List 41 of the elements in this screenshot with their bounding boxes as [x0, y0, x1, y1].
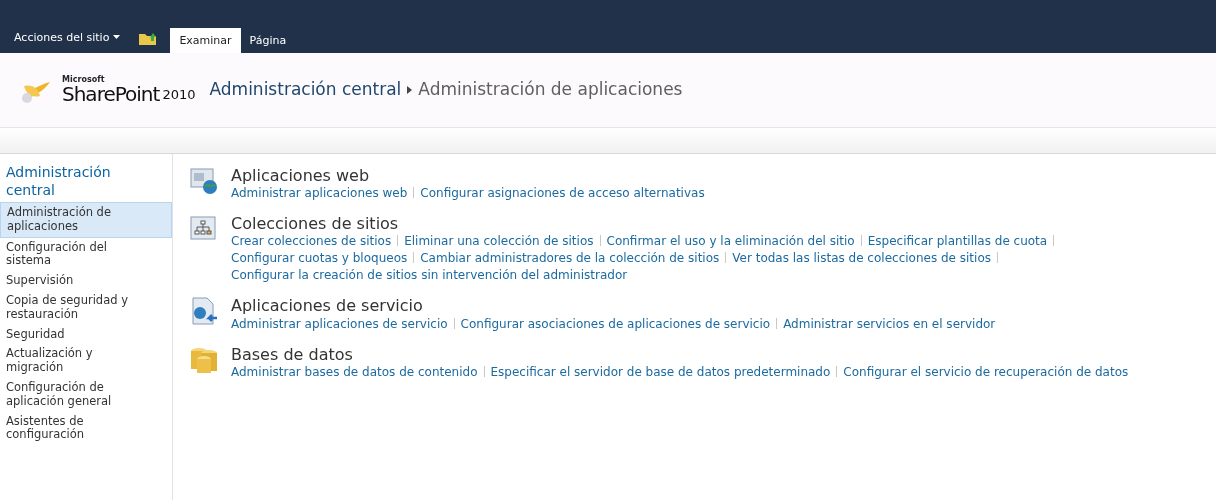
sidebar-item[interactable]: Supervisión: [0, 271, 172, 291]
link[interactable]: Configurar asignaciones de acceso alternativas: [420, 186, 705, 201]
sidebar-item[interactable]: Configuración del sistema: [0, 237, 172, 272]
link[interactable]: Administrar bases de datos de contenido: [231, 364, 478, 379]
section-title: Bases de datos: [231, 344, 354, 364]
section-title: Aplicaciones de servicio: [231, 296, 424, 316]
link[interactable]: Administrar aplicaciones de servicio: [231, 316, 448, 331]
link[interactable]: Confirmar el uso y la eliminación del sitio: [606, 234, 855, 249]
caret-icon: [113, 35, 121, 41]
sidebar-heading[interactable]: Administración central: [0, 164, 172, 199]
link[interactable]: Especificar plantillas de cuota: [867, 234, 1048, 249]
sidebar-item[interactable]: Actualización y migración: [0, 344, 172, 378]
ribbon-tab[interactable]: Examinar: [170, 28, 241, 53]
section-title: Colecciones de sitios: [231, 214, 400, 234]
link[interactable]: Especificar el servidor de base de datos predeterminado: [490, 364, 831, 379]
section-title: Aplicaciones web: [231, 166, 371, 186]
logo-text: Microsoft: [62, 76, 106, 84]
link[interactable]: Administrar servicios en el servidor: [783, 316, 996, 331]
logo-text: SharePoint: [62, 84, 160, 104]
link[interactable]: Configurar la creación de sitios sin intervención del administrador: [231, 268, 628, 283]
breadcrumb-arrow-icon: [407, 86, 413, 94]
ribbon-tab[interactable]: Página: [240, 28, 296, 53]
link[interactable]: Ver todas las listas de colecciones de sitios: [732, 251, 991, 266]
site-actions-menu[interactable]: Acciones del sitio: [8, 28, 127, 53]
link[interactable]: Eliminar una colección de sitios: [404, 234, 594, 249]
sidebar-item[interactable]: Copia de seguridad y restauración: [0, 291, 172, 325]
link[interactable]: Crear colecciones de sitios: [231, 234, 392, 249]
link[interactable]: Configurar el servicio de recuperación de datos: [843, 364, 1129, 379]
sidebar-item[interactable]: Configuración de aplicación general: [0, 377, 172, 412]
service-application-icon: [189, 296, 219, 327]
sidebar-item[interactable]: Administración de aplicaciones: [0, 202, 172, 238]
link[interactable]: Cambiar administradores de la colección de sitios: [420, 251, 720, 266]
web-application-icon: [189, 166, 219, 196]
logo-text: 2010: [162, 85, 196, 104]
sidebar-item[interactable]: Seguridad: [0, 324, 172, 345]
breadcrumb-current: Administración de aplicaciones: [418, 78, 683, 102]
sidebar-item[interactable]: Asistentes de configuración: [0, 411, 172, 446]
breadcrumb-link[interactable]: Administración central: [209, 77, 402, 103]
link[interactable]: Configurar cuotas y bloqueos: [231, 251, 408, 266]
link[interactable]: Configurar asociaciones de aplicaciones de servicio: [460, 316, 771, 331]
link[interactable]: Administrar aplicaciones web: [231, 186, 408, 201]
